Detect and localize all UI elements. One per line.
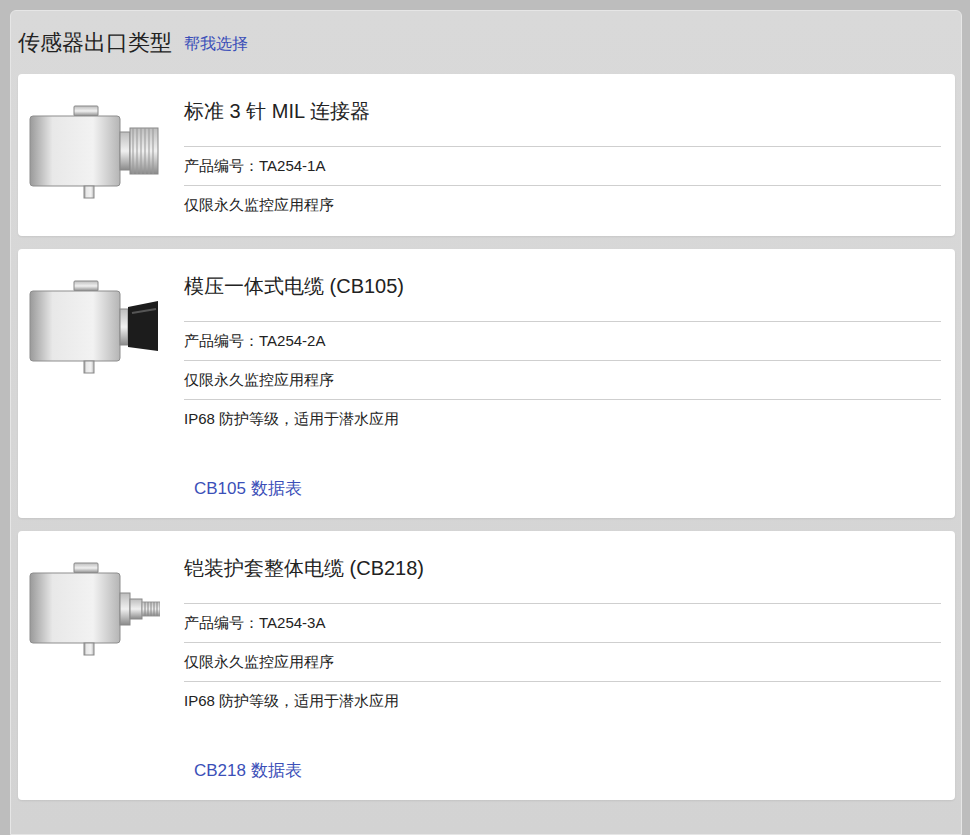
panel-title: 传感器出口类型 xyxy=(18,30,172,56)
help-link[interactable]: 帮我选择 xyxy=(184,32,248,56)
sensor-picture xyxy=(18,535,184,788)
spec-row: 仅限永久监控应用程序 xyxy=(184,642,941,681)
sensor-armored-icon xyxy=(28,561,160,661)
outlet-card[interactable]: 标准 3 针 MIL 连接器产品编号：TA254-1A仅限永久监控应用程序 xyxy=(18,74,955,236)
outlet-panel: 传感器出口类型 帮我选择 标准 3 针 MIL 连接器产品编号：TA254-1A… xyxy=(10,10,962,835)
sensor-connector-icon xyxy=(28,104,160,204)
spec-row: 产品编号：TA254-3A xyxy=(184,603,941,642)
sensor-molded-icon xyxy=(28,279,160,379)
outlet-title: 模压一体式电缆 (CB105) xyxy=(184,253,941,321)
spec-row: 仅限永久监控应用程序 xyxy=(184,360,941,399)
outlet-card[interactable]: 模压一体式电缆 (CB105)产品编号：TA254-2A仅限永久监控应用程序IP… xyxy=(18,249,955,518)
spec-row: 产品编号：TA254-1A xyxy=(184,146,941,185)
outlet-title: 标准 3 针 MIL 连接器 xyxy=(184,78,941,146)
spec-row: IP68 防护等级，适用于潜水应用 xyxy=(184,399,941,438)
panel-header: 传感器出口类型 帮我选择 xyxy=(18,11,955,74)
spec-row: 仅限永久监控应用程序 xyxy=(184,185,941,224)
outlet-title: 铠装护套整体电缆 (CB218) xyxy=(184,535,941,603)
datasheet-link[interactable]: CB218 数据表 xyxy=(194,761,302,780)
outlet-card[interactable]: 铠装护套整体电缆 (CB218)产品编号：TA254-3A仅限永久监控应用程序I… xyxy=(18,531,955,800)
spec-row: 产品编号：TA254-2A xyxy=(184,321,941,360)
spec-row: IP68 防护等级，适用于潜水应用 xyxy=(184,681,941,720)
sensor-picture xyxy=(18,253,184,506)
sensor-picture xyxy=(18,78,184,224)
datasheet-link[interactable]: CB105 数据表 xyxy=(194,479,302,498)
